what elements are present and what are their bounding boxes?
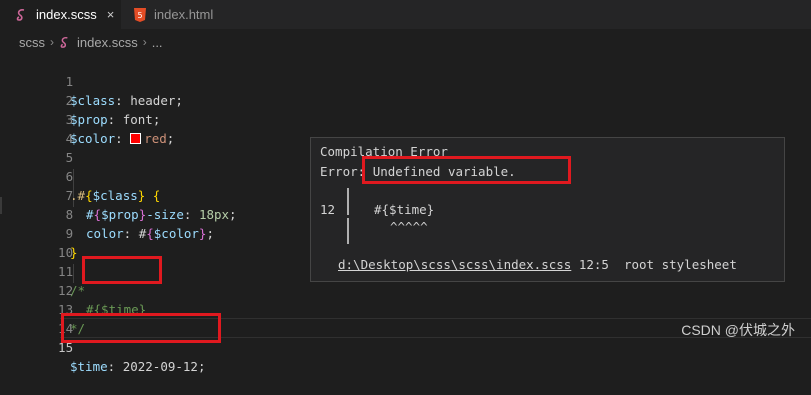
html5-icon: 5 (132, 7, 148, 22)
code-line: 3 $color: red; (0, 91, 811, 146)
breadcrumb: scss › index.scss › ... (0, 29, 811, 55)
gutter-bar (347, 218, 349, 244)
watermark: CSDN @伏城之外 (681, 322, 795, 338)
code-token: $time (70, 359, 108, 374)
error-location: d:\Desktop\scss\scss\index.scss 12:5 roo… (338, 256, 737, 273)
error-carets: ^^^^^ (390, 219, 428, 234)
tab-index-scss[interactable]: index.scss × (0, 0, 121, 29)
breadcrumb-item-more[interactable]: ... (152, 35, 163, 50)
close-icon[interactable]: × (107, 7, 115, 22)
highlight-box-commented-variable (82, 256, 162, 284)
chevron-right-icon: › (50, 35, 54, 49)
code-line: 2 $prop: font; (0, 72, 811, 127)
gutter-bar (347, 201, 349, 215)
code-line: 1 $class: header; (0, 53, 811, 108)
chevron-right-icon: › (142, 35, 147, 49)
sass-icon (14, 8, 30, 22)
code-token: : (107, 359, 116, 374)
svg-text:5: 5 (137, 11, 142, 20)
breadcrumb-item-file[interactable]: index.scss (77, 35, 138, 50)
code-line: 4 (0, 110, 811, 146)
sass-icon (59, 36, 72, 49)
error-code-line-number: 12 (320, 202, 336, 217)
tab-bar: index.scss × 5 index.html (0, 0, 811, 29)
tab-index-html[interactable]: 5 index.html (132, 0, 252, 29)
highlight-box-error-message (362, 156, 571, 184)
tab-label: index.scss (36, 7, 97, 22)
error-position: 12:5 root stylesheet (571, 257, 737, 272)
breadcrumb-item-scss[interactable]: scss (19, 35, 45, 50)
tab-label: index.html (154, 7, 214, 22)
error-code-line: #{$time} (374, 202, 435, 217)
highlight-box-time-declaration (61, 313, 221, 343)
code-token: ; (197, 359, 206, 374)
code-token: 2022-09-12 (115, 359, 198, 374)
error-file-link[interactable]: d:\Desktop\scss\scss\index.scss (338, 257, 571, 272)
